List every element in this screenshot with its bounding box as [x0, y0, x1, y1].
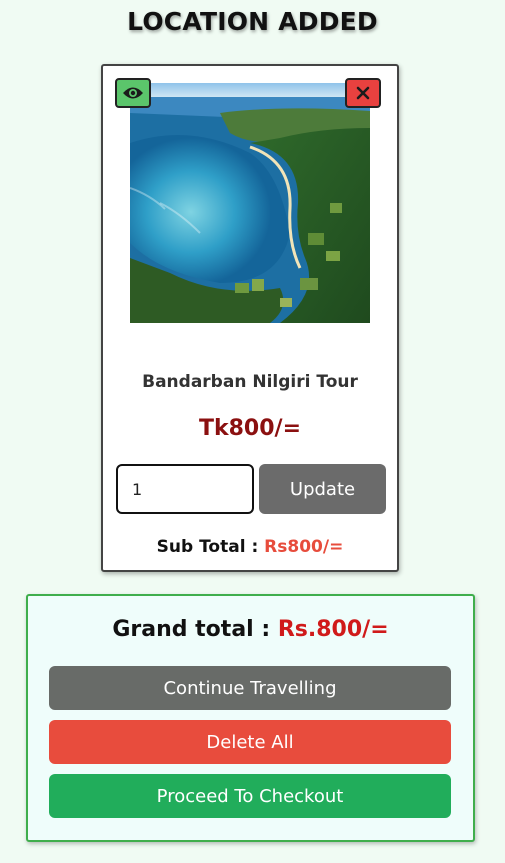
quantity-input[interactable]	[116, 464, 254, 514]
tour-card: Bandarban Nilgiri Tour Tk800/= Update Su…	[101, 64, 399, 572]
update-button[interactable]: Update	[259, 464, 386, 514]
delete-all-button[interactable]: Delete All	[49, 720, 451, 764]
subtotal: Sub Total : Rs800/=	[103, 537, 397, 557]
grand-total: Grand total : Rs.800/=	[28, 617, 473, 642]
checkout-button[interactable]: Proceed To Checkout	[49, 774, 451, 818]
tour-photo	[130, 83, 370, 323]
tour-photo-image	[130, 83, 370, 323]
page-title: LOCATION ADDED	[127, 7, 378, 36]
subtotal-value: Rs800/=	[264, 537, 344, 557]
close-icon	[356, 86, 370, 100]
continue-travelling-button[interactable]: Continue Travelling	[49, 666, 451, 710]
grand-total-value: Rs.800/=	[277, 617, 389, 642]
tour-title: Bandarban Nilgiri Tour	[142, 372, 358, 392]
view-button[interactable]	[115, 78, 151, 108]
eye-icon	[123, 87, 143, 99]
tour-price: Tk800/=	[198, 416, 302, 441]
subtotal-label: Sub Total :	[156, 537, 259, 557]
order-summary: Grand total : Rs.800/= Continue Travelli…	[26, 594, 475, 842]
remove-button[interactable]	[345, 78, 381, 108]
grand-total-label: Grand total :	[112, 617, 271, 642]
